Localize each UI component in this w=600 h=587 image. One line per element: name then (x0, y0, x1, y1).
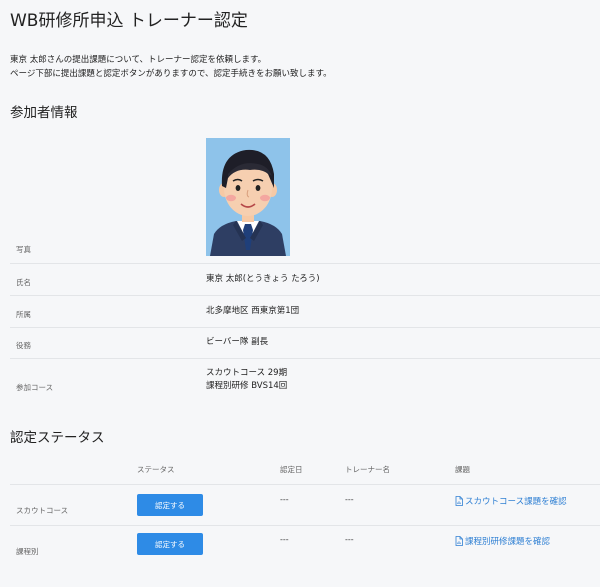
divider (10, 525, 600, 526)
column-header-task: 課題 (455, 465, 470, 474)
scout-task-link[interactable]: スカウトコース課題を確認 (455, 495, 567, 507)
intro-text: 東京 太郎さんの提出課題について、トレーナー認定を依頼します。 ページ下部に提出… (10, 53, 332, 81)
scout-task-link-label: スカウトコース課題を確認 (465, 497, 567, 507)
course-line-1: スカウトコース 29期 (206, 368, 288, 378)
certify-date-course: --- (280, 535, 289, 544)
column-header-status: ステータス (137, 465, 175, 474)
affiliation-value: 北多摩地区 西東京第1団 (206, 306, 300, 316)
trainer-name-course: --- (345, 535, 354, 544)
certify-button-course[interactable]: 認定する (137, 533, 203, 555)
photo-label: 写真 (16, 245, 31, 254)
divider (10, 358, 600, 359)
name-value: 東京 太郎(とうきょう たろう) (206, 274, 320, 284)
course-label: 参加コース (16, 383, 54, 392)
status-row-label-course: 課程別 (16, 547, 39, 556)
divider (10, 327, 600, 328)
course-value: スカウトコース 29期 課程別研修 BVS14回 (206, 367, 287, 393)
name-label: 氏名 (16, 278, 31, 287)
page-title: WB研修所申込 トレーナー認定 (10, 11, 248, 31)
participant-section-title: 参加者情報 (10, 105, 78, 121)
course-task-link-label: 課程別研修課題を確認 (465, 537, 551, 547)
column-header-date: 認定日 (280, 465, 303, 474)
pdf-file-icon (455, 496, 463, 506)
participant-photo (206, 138, 290, 256)
status-row-label-scout: スカウトコース (16, 506, 69, 515)
divider (10, 263, 600, 264)
intro-line-2: ページ下部に提出課題と認定ボタンがありますので、認定手続きをお願い致します。 (10, 69, 332, 79)
affiliation-label: 所属 (16, 310, 31, 319)
column-header-trainer: トレーナー名 (345, 465, 390, 474)
role-label: 役務 (16, 341, 31, 350)
divider (10, 484, 600, 485)
status-section-title: 認定ステータス (10, 430, 105, 446)
course-line-2: 課程別研修 BVS14回 (206, 381, 288, 391)
role-value: ビーバー隊 副長 (206, 337, 269, 347)
certify-date-scout: --- (280, 495, 289, 504)
businessman-illustration (206, 138, 290, 256)
certify-button-scout[interactable]: 認定する (137, 494, 203, 516)
course-task-link[interactable]: 課程別研修課題を確認 (455, 535, 550, 547)
intro-line-1: 東京 太郎さんの提出課題について、トレーナー認定を依頼します。 (10, 55, 267, 65)
pdf-file-icon (455, 536, 463, 546)
trainer-name-scout: --- (345, 495, 354, 504)
divider (10, 295, 600, 296)
